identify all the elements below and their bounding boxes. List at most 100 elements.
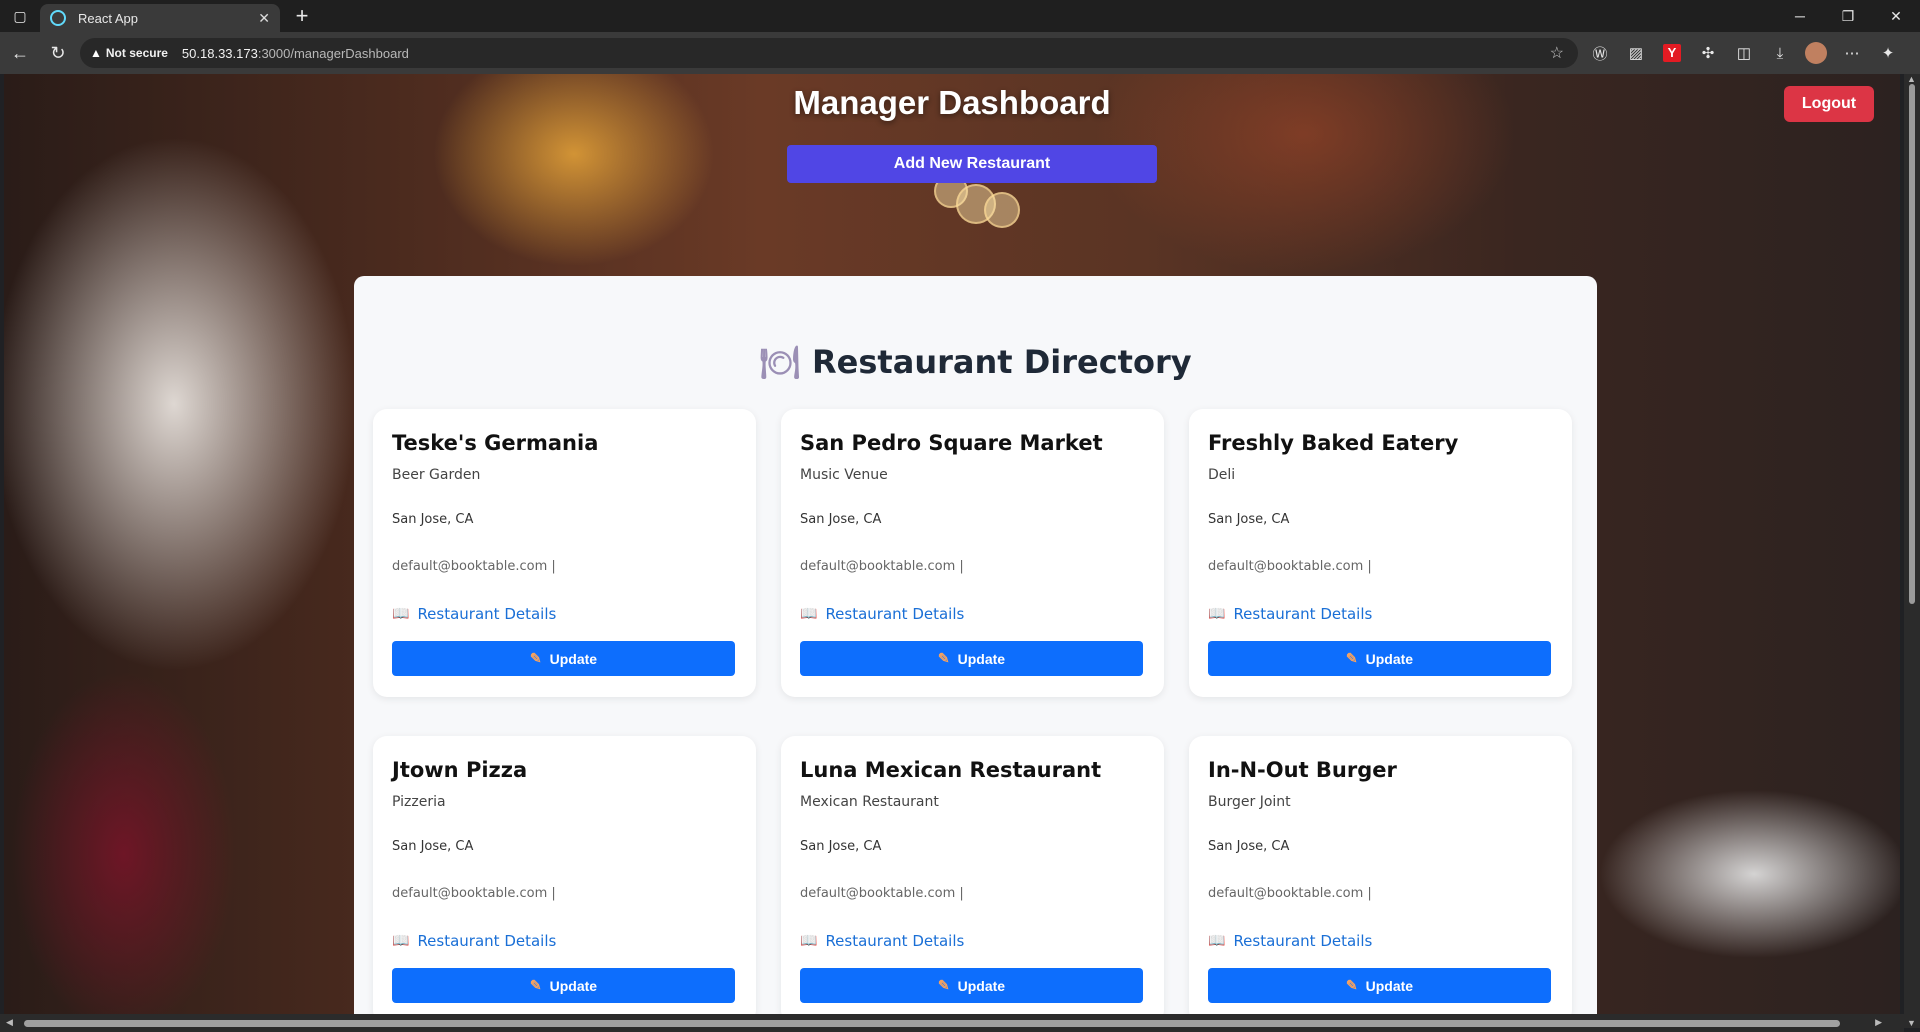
update-label: Update — [1365, 977, 1414, 994]
page-title: Manager Dashboard — [793, 84, 1111, 121]
restaurant-cuisine: Pizzeria — [392, 794, 446, 810]
address-bar[interactable]: ▲ Not secure 50.18.33.173 :3000/managerD… — [80, 38, 1578, 68]
update-button[interactable]: ✎ Update — [800, 641, 1143, 676]
update-label: Update — [957, 650, 1006, 667]
details-label: Restaurant Details — [417, 932, 557, 950]
restaurant-email: default@booktable.com | — [800, 886, 964, 901]
tab-title: React App — [78, 10, 138, 26]
extensions-puzzle-icon[interactable]: ✣ — [1690, 32, 1726, 74]
open-book-icon: 📖 — [1208, 606, 1226, 622]
restaurant-details-link[interactable]: 📖 Restaurant Details — [1208, 605, 1372, 623]
restaurant-details-link[interactable]: 📖 Restaurant Details — [800, 932, 964, 950]
pencil-icon: ✎ — [1345, 977, 1358, 993]
open-book-icon: 📖 — [392, 933, 410, 949]
pencil-icon: ✎ — [937, 650, 950, 666]
restaurant-location: San Jose, CA — [800, 839, 882, 854]
restaurant-details-link[interactable]: 📖 Restaurant Details — [1208, 932, 1372, 950]
update-button[interactable]: ✎ Update — [392, 968, 735, 1003]
close-window-icon[interactable]: ✕ — [1872, 0, 1920, 32]
add-restaurant-button[interactable]: Add New Restaurant — [787, 145, 1157, 183]
profile-avatar[interactable] — [1798, 32, 1834, 74]
more-menu-icon[interactable]: ⋯ — [1834, 32, 1870, 74]
restaurant-cuisine: Music Venue — [800, 467, 888, 483]
security-label: Not secure — [105, 46, 168, 60]
plate-cutlery-icon: 🍽 — [759, 343, 801, 381]
restaurant-card: In-N-Out Burger Burger Joint San Jose, C… — [1189, 736, 1572, 1014]
bookmark-star-icon[interactable]: ☆ — [1550, 43, 1564, 63]
restaurant-location: San Jose, CA — [800, 512, 882, 527]
restaurant-details-link[interactable]: 📖 Restaurant Details — [800, 605, 964, 623]
restaurant-email: default@booktable.com | — [800, 559, 964, 574]
details-label: Restaurant Details — [1233, 605, 1373, 623]
update-label: Update — [1365, 650, 1414, 667]
restaurant-card: San Pedro Square Market Music Venue San … — [781, 409, 1164, 697]
copilot-icon[interactable]: ✦ — [1870, 32, 1906, 74]
details-label: Restaurant Details — [825, 932, 965, 950]
window-menu-icon[interactable]: ▢ — [0, 0, 40, 32]
scroll-down-icon[interactable]: ▼ — [1907, 1018, 1916, 1028]
restaurant-details-link[interactable]: 📖 Restaurant Details — [392, 932, 556, 950]
restaurant-card: Jtown Pizza Pizzeria San Jose, CA defaul… — [373, 736, 756, 1014]
scroll-up-icon[interactable]: ▲ — [1907, 74, 1916, 84]
warning-icon: ▲ — [90, 46, 102, 60]
url-host: 50.18.33.173 — [181, 45, 258, 61]
update-button[interactable]: ✎ Update — [1208, 968, 1551, 1003]
tab-close-icon[interactable]: ✕ — [258, 10, 270, 27]
logout-button[interactable]: Logout — [1784, 86, 1874, 122]
restaurant-card: Teske's Germania Beer Garden San Jose, C… — [373, 409, 756, 697]
horizontal-scrollbar[interactable]: ◀ ▶ — [0, 1014, 1904, 1032]
open-book-icon: 📖 — [1208, 933, 1226, 949]
restaurant-name: Teske's Germania — [392, 431, 599, 455]
page-viewport: Manager Dashboard Logout Add New Restaur… — [4, 74, 1900, 1014]
background-bokeh — [984, 192, 1020, 228]
vertical-scrollbar[interactable]: ▲ ▼ — [1904, 74, 1920, 1028]
split-view-icon[interactable]: ◫ — [1726, 32, 1762, 74]
pencil-icon: ✎ — [937, 977, 950, 993]
url-path: :3000/managerDashboard — [257, 45, 409, 61]
pencil-icon: ✎ — [529, 650, 542, 666]
update-label: Update — [957, 977, 1006, 994]
downloads-icon[interactable]: ⤓ — [1762, 32, 1798, 74]
restaurant-cuisine: Burger Joint — [1208, 794, 1291, 810]
react-favicon-icon — [50, 10, 66, 26]
restaurant-name: Luna Mexican Restaurant — [800, 758, 1102, 782]
restore-icon[interactable]: ❐ — [1824, 0, 1872, 32]
update-button[interactable]: ✎ Update — [392, 641, 735, 676]
update-label: Update — [549, 650, 598, 667]
open-book-icon: 📖 — [800, 606, 818, 622]
horizontal-scroll-thumb[interactable] — [24, 1020, 1840, 1027]
extension-s-icon[interactable]: ▨ — [1618, 32, 1654, 74]
restaurant-name: San Pedro Square Market — [800, 431, 1103, 455]
restaurant-location: San Jose, CA — [392, 512, 474, 527]
browser-tabstrip: ▢ React App ✕ + ─ ❐ ✕ — [0, 0, 1920, 32]
scroll-right-icon[interactable]: ▶ — [1875, 1017, 1882, 1028]
restaurant-cuisine: Beer Garden — [392, 467, 481, 483]
update-button[interactable]: ✎ Update — [1208, 641, 1551, 676]
restaurant-name: In-N-Out Burger — [1208, 758, 1397, 782]
scroll-left-icon[interactable]: ◀ — [6, 1017, 13, 1028]
update-button[interactable]: ✎ Update — [800, 968, 1143, 1003]
extension-w-icon[interactable]: Ⓦ — [1582, 32, 1618, 74]
restaurant-email: default@booktable.com | — [392, 559, 556, 574]
vertical-scroll-thumb[interactable] — [1909, 84, 1915, 604]
pencil-icon: ✎ — [529, 977, 542, 993]
restaurant-cuisine: Mexican Restaurant — [800, 794, 939, 810]
restaurant-email: default@booktable.com | — [1208, 886, 1372, 901]
restaurant-details-link[interactable]: 📖 Restaurant Details — [392, 605, 556, 623]
restaurant-location: San Jose, CA — [392, 839, 474, 854]
directory-title-text: Restaurant Directory — [812, 343, 1192, 381]
directory-title: 🍽 Restaurant Directory — [354, 343, 1597, 381]
restaurant-location: San Jose, CA — [1208, 839, 1290, 854]
restaurant-name: Freshly Baked Eatery — [1208, 431, 1459, 455]
reload-button[interactable]: ↻ — [40, 35, 76, 71]
open-book-icon: 📖 — [800, 933, 818, 949]
restaurant-directory-panel: 🍽 Restaurant Directory Teske's Germania B… — [354, 276, 1597, 1014]
pencil-icon: ✎ — [1345, 650, 1358, 666]
back-button[interactable]: ← — [2, 35, 38, 71]
extension-y-icon[interactable]: Y — [1654, 32, 1690, 74]
minimize-icon[interactable]: ─ — [1776, 0, 1824, 32]
new-tab-button[interactable]: + — [286, 0, 318, 32]
restaurant-email: default@booktable.com | — [392, 886, 556, 901]
browser-tab[interactable]: React App ✕ — [40, 4, 280, 32]
restaurant-email: default@booktable.com | — [1208, 559, 1372, 574]
